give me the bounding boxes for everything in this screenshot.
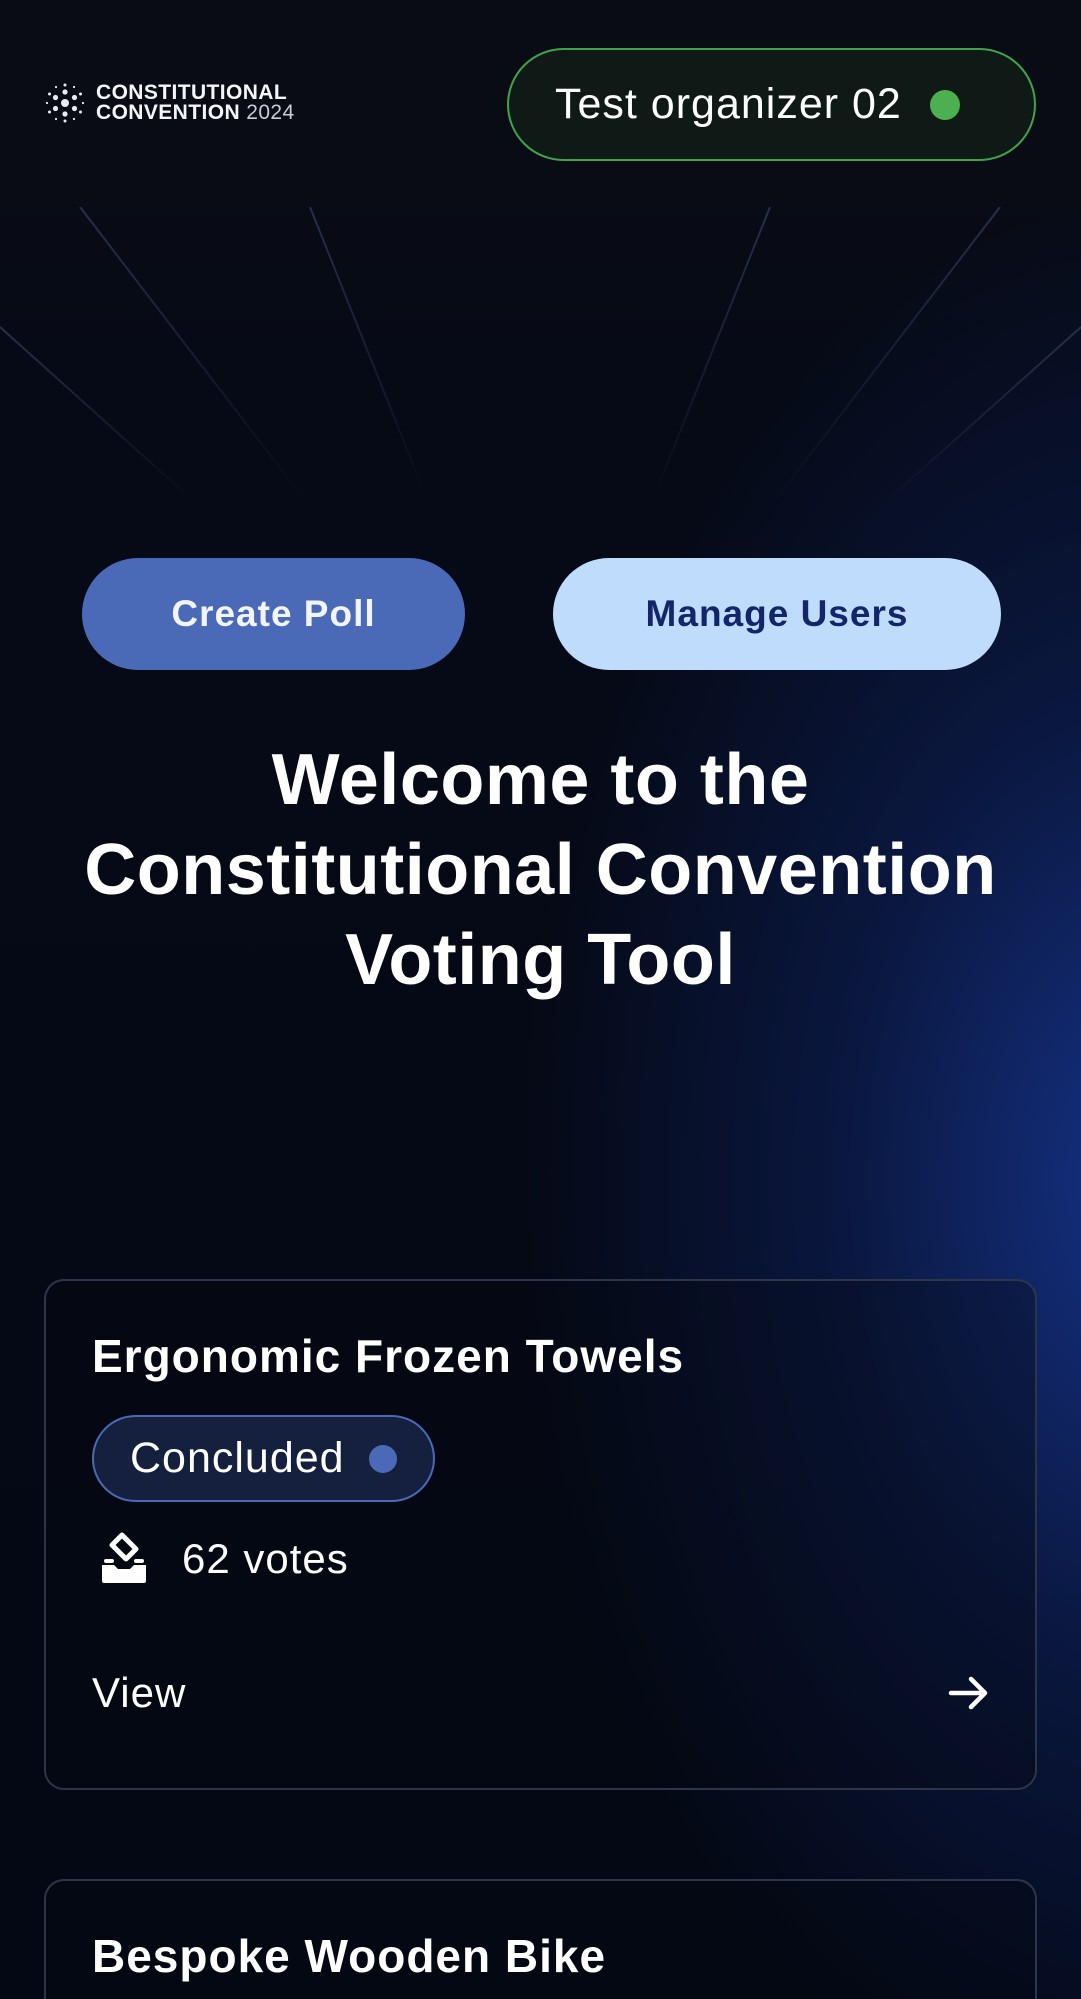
ballot-box-icon (102, 1532, 146, 1583)
page-title: Welcome to the Constitutional Convention… (84, 740, 997, 1000)
create-poll-button[interactable]: Create Poll (82, 558, 465, 670)
top-header: CONSTITUTIONAL CONVENTION 2024 Test orga… (0, 0, 1081, 207)
status-dot-icon (368, 1444, 397, 1473)
user-name: Test organizer 02 (555, 80, 902, 128)
view-link-label: View (92, 1669, 187, 1716)
site-logo[interactable]: CONSTITUTIONAL CONVENTION 2024 (44, 82, 295, 124)
online-status-dot-icon (929, 89, 960, 120)
manage-users-button[interactable]: Manage Users (553, 558, 1001, 670)
poll-card[interactable]: Ergonomic Frozen Towels Concluded 62 vot… (44, 1279, 1037, 1790)
status-badge: Concluded (92, 1415, 435, 1502)
logo-year: 2024 (246, 101, 295, 124)
page: CONSTITUTIONAL CONVENTION 2024 Test orga… (0, 0, 1081, 1999)
cardano-logo-icon (45, 83, 85, 123)
status-badge-label: Concluded (130, 1434, 345, 1482)
vote-count-label: 62 votes (182, 1535, 349, 1582)
vote-count: 62 votes (96, 1531, 349, 1587)
user-menu-button[interactable]: Test organizer 02 (507, 48, 1036, 161)
arrow-right-icon (948, 1676, 988, 1710)
logo-line-1: CONSTITUTIONAL (96, 81, 288, 104)
logo-line-2: CONVENTION 2024 (96, 101, 295, 124)
poll-card[interactable]: Bespoke Wooden Bike (44, 1879, 1037, 1999)
grid-background-decoration (0, 207, 1081, 507)
poll-title: Ergonomic Frozen Towels (92, 1330, 685, 1382)
poll-title: Bespoke Wooden Bike (92, 1930, 607, 1982)
logo-wordmark: CONSTITUTIONAL CONVENTION 2024 (96, 81, 295, 124)
view-poll-link[interactable]: View (92, 1669, 992, 1717)
